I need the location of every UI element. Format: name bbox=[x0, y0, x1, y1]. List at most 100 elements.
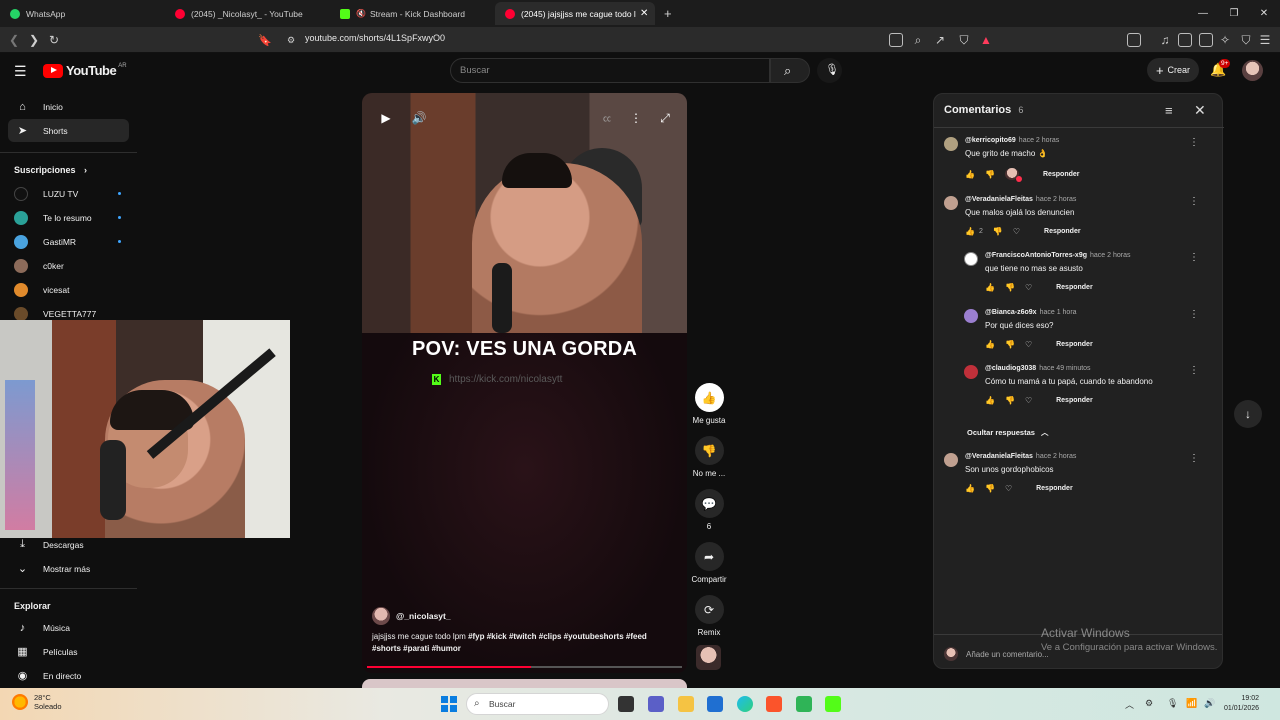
like-icon[interactable]: 👍 bbox=[965, 227, 975, 236]
account-avatar[interactable] bbox=[1242, 60, 1263, 81]
reload-icon[interactable]: ↻ bbox=[46, 32, 62, 48]
commenter-avatar[interactable] bbox=[944, 137, 958, 151]
sidebar-item-home[interactable]: ⌂ Inicio bbox=[8, 95, 129, 118]
screenshot-icon[interactable] bbox=[1127, 33, 1141, 47]
comment-author[interactable]: @claudiog3038 hace 49 minutos bbox=[985, 365, 1091, 372]
sort-icon[interactable]: ≡ bbox=[1165, 103, 1173, 118]
new-tab-button[interactable]: + bbox=[658, 2, 682, 25]
sidebar-item-live[interactable]: ◉ En directo bbox=[8, 664, 129, 687]
dislike-icon[interactable]: 👎 bbox=[1005, 396, 1015, 405]
start-button[interactable] bbox=[441, 696, 457, 712]
dislike-icon[interactable]: 👎 bbox=[993, 227, 1003, 236]
comment-author[interactable]: @VeradanielaFleitas hace 2 horas bbox=[965, 453, 1076, 460]
volume-icon[interactable]: 🔊 bbox=[408, 107, 430, 129]
reply-button[interactable]: Responder bbox=[1056, 341, 1093, 348]
sidebar-item-movies[interactable]: ▦ Películas bbox=[8, 640, 129, 663]
like-icon[interactable]: 👍 bbox=[985, 340, 995, 349]
close-window-button[interactable]: ✕ bbox=[1248, 0, 1280, 27]
remix-button[interactable]: ⟳ Remix bbox=[688, 595, 730, 637]
commenter-avatar[interactable] bbox=[964, 252, 978, 266]
obs-icon[interactable] bbox=[796, 696, 812, 712]
taskbar-search[interactable]: ⌕ Buscar bbox=[466, 693, 609, 715]
subscription-item[interactable]: vicesat bbox=[14, 280, 129, 300]
more-options-icon[interactable]: ⋮ bbox=[1189, 309, 1199, 320]
clock[interactable]: 19:02 01/01/2026 bbox=[1224, 694, 1259, 714]
sidebar-item-show-more[interactable]: ⌄ Mostrar más bbox=[8, 557, 129, 580]
like-icon[interactable]: 👍 bbox=[985, 283, 995, 292]
next-short-preview[interactable] bbox=[362, 679, 687, 688]
youtube-logo[interactable]: YouTube AR bbox=[43, 63, 127, 78]
site-info-icon[interactable]: ⚙ bbox=[283, 32, 299, 48]
commenter-avatar[interactable] bbox=[964, 365, 978, 379]
heart-icon[interactable]: ♡ bbox=[1025, 283, 1032, 292]
reply-button[interactable]: Responder bbox=[1056, 284, 1093, 291]
captions-icon[interactable]: ㏄ bbox=[596, 107, 618, 129]
wallet-icon[interactable] bbox=[1199, 33, 1213, 47]
subscription-item[interactable]: LUZU TV bbox=[14, 184, 129, 204]
hamburger-menu-icon[interactable]: ☰ bbox=[14, 63, 27, 80]
comment-author[interactable]: @VeradanielaFleitas hace 2 horas bbox=[965, 196, 1076, 203]
leo-ai-icon[interactable]: ✧ bbox=[1217, 32, 1233, 48]
comment-author[interactable]: @Bianca-z6o9x hace 1 hora bbox=[985, 309, 1077, 316]
reply-button[interactable]: Responder bbox=[1043, 171, 1080, 178]
url-field[interactable]: youtube.com/shorts/4L1SpFxwyO0 bbox=[305, 33, 445, 43]
teams-icon[interactable] bbox=[648, 696, 664, 712]
store-icon[interactable] bbox=[707, 696, 723, 712]
task-view-icon[interactable] bbox=[618, 696, 634, 712]
like-icon[interactable]: 👍 bbox=[965, 170, 975, 179]
heart-icon[interactable]: ♡ bbox=[1025, 340, 1032, 349]
search-input[interactable]: Buscar bbox=[450, 58, 770, 83]
like-icon[interactable]: 👍 bbox=[985, 396, 995, 405]
reply-button[interactable]: Responder bbox=[1044, 228, 1081, 235]
zoom-icon[interactable]: ⌕ bbox=[910, 32, 926, 48]
shorts-video-player[interactable]: ▶ 🔊 ㏄ ⋮ ⤢ POV: VES UNA GORDA K https://k… bbox=[362, 93, 687, 673]
like-icon[interactable]: 👍 bbox=[965, 484, 975, 493]
dislike-icon[interactable]: 👎 bbox=[985, 170, 995, 179]
dislike-icon[interactable]: 👎 bbox=[1005, 283, 1015, 292]
maximize-button[interactable]: ❐ bbox=[1218, 0, 1250, 27]
reply-button[interactable]: Responder bbox=[1056, 397, 1093, 404]
heart-icon[interactable]: ♡ bbox=[1025, 396, 1032, 405]
fullscreen-icon[interactable]: ⤢ bbox=[654, 107, 676, 129]
weather-widget[interactable]: 28°C Soleado bbox=[12, 693, 62, 711]
comments-button[interactable]: 💬 6 bbox=[688, 489, 730, 531]
video-progress-bar[interactable] bbox=[367, 666, 682, 668]
minimize-button[interactable]: — bbox=[1187, 0, 1219, 27]
channel-info[interactable]: @_nicolasyt_ bbox=[372, 607, 451, 625]
sidebar-item-music[interactable]: ♪ Música bbox=[8, 616, 129, 639]
audio-thumbnail[interactable] bbox=[696, 645, 721, 670]
comment-author[interactable]: @FranciscoAntonioTorres-x9g hace 2 horas bbox=[985, 252, 1130, 259]
bookmark-icon[interactable]: 🔖 bbox=[257, 32, 273, 48]
subscriptions-heading[interactable]: Suscripciones › bbox=[14, 165, 87, 175]
music-icon[interactable]: ♫ bbox=[1157, 32, 1173, 48]
file-explorer-icon[interactable] bbox=[678, 696, 694, 712]
hashtags-line-2[interactable]: #shorts #parati #humor bbox=[372, 644, 461, 653]
tray-chevron-icon[interactable]: ︿ bbox=[1125, 698, 1134, 711]
tab-kick-dashboard[interactable]: 🔇 Stream - Kick Dashboard bbox=[330, 2, 495, 25]
more-options-icon[interactable]: ⋮ bbox=[1189, 196, 1199, 207]
hashtags-line-1[interactable]: #fyp #kick #twitch #clips #youtubeshorts… bbox=[468, 632, 647, 641]
tray-wifi-icon[interactable]: 📶 bbox=[1186, 698, 1197, 709]
more-options-icon[interactable]: ⋮ bbox=[1189, 252, 1199, 263]
commenter-avatar[interactable] bbox=[964, 309, 978, 323]
more-options-icon[interactable]: ⋮ bbox=[625, 107, 647, 129]
subscription-item[interactable]: Te lo resumo bbox=[14, 208, 129, 228]
edge-icon[interactable] bbox=[737, 696, 753, 712]
more-options-icon[interactable]: ⋮ bbox=[1189, 453, 1199, 464]
create-button[interactable]: + Crear bbox=[1147, 58, 1199, 82]
commenter-avatar[interactable] bbox=[944, 453, 958, 467]
dislike-button[interactable]: 👎 No me ... bbox=[688, 436, 730, 478]
shield-icon[interactable]: ⛉ bbox=[956, 32, 972, 48]
dislike-icon[interactable]: 👎 bbox=[985, 484, 995, 493]
share-icon[interactable]: ↗ bbox=[932, 32, 948, 48]
brave-icon[interactable] bbox=[766, 696, 782, 712]
sidebar-item-shorts[interactable]: ➤ Shorts bbox=[8, 119, 129, 142]
sidebar-icon[interactable] bbox=[1178, 33, 1192, 47]
tab-youtube-channel[interactable]: (2045) _Nicolasyt_ - YouTube bbox=[165, 2, 335, 25]
hide-replies-button[interactable]: Ocultar respuestas ︿ bbox=[967, 427, 1048, 438]
tab-whatsapp[interactable]: WhatsApp bbox=[0, 2, 170, 25]
vpn-icon[interactable]: ⛉ bbox=[1238, 32, 1254, 48]
voice-search-button[interactable]: 🎙 bbox=[817, 58, 842, 83]
add-comment-field[interactable]: Añade un comentario... bbox=[944, 647, 1049, 661]
more-options-icon[interactable]: ⋮ bbox=[1189, 137, 1199, 148]
